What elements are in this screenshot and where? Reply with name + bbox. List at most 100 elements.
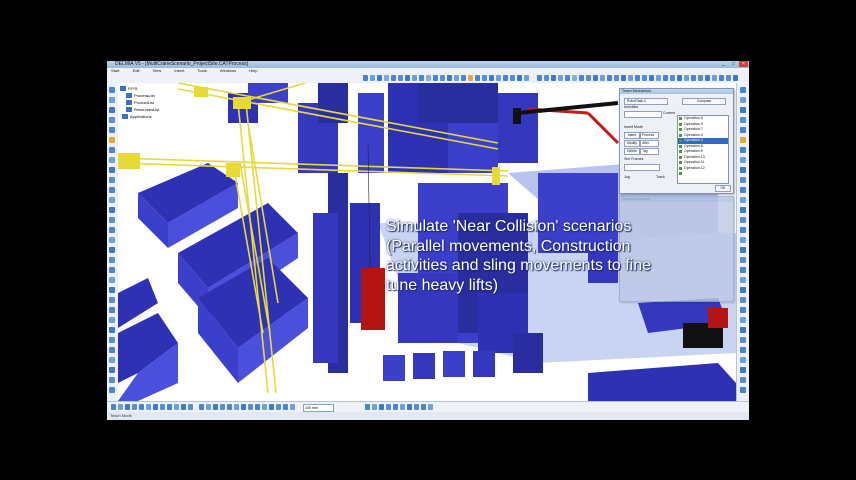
toolbar-icon[interactable] — [607, 75, 612, 81]
toolbar-icon[interactable] — [199, 404, 204, 410]
toolbar-icon[interactable] — [365, 404, 370, 410]
tool-icon[interactable] — [740, 157, 746, 163]
tool-icon[interactable] — [740, 237, 746, 243]
toolbar-icon[interactable] — [290, 404, 295, 410]
ok-button[interactable]: OK — [715, 185, 731, 192]
tool-icon[interactable] — [109, 297, 115, 303]
toolbar-icon[interactable] — [276, 404, 281, 410]
tool-icon[interactable] — [740, 327, 746, 333]
tool-icon[interactable] — [109, 347, 115, 353]
toolbar-icon[interactable] — [663, 75, 668, 81]
tool-icon[interactable] — [109, 257, 115, 263]
tool-icon[interactable] — [740, 257, 746, 263]
tool-icon[interactable] — [740, 137, 746, 143]
tool-icon[interactable] — [109, 137, 115, 143]
tool-icon[interactable] — [109, 167, 115, 173]
menu-start[interactable]: Start — [111, 68, 119, 73]
tool-icon[interactable] — [740, 347, 746, 353]
tool-icon[interactable] — [740, 357, 746, 363]
tool-icon[interactable] — [740, 197, 746, 203]
tool-icon[interactable] — [740, 167, 746, 173]
toolbar-icon[interactable] — [262, 404, 267, 410]
toolbar-icon[interactable] — [206, 404, 211, 410]
toolbar-icon[interactable] — [698, 75, 703, 81]
tool-icon[interactable] — [740, 387, 746, 393]
toolbar-icon[interactable] — [188, 404, 193, 410]
tool-icon[interactable] — [740, 297, 746, 303]
tool-icon[interactable] — [109, 127, 115, 133]
tool-icon[interactable] — [109, 367, 115, 373]
toolbar-icon[interactable] — [379, 404, 384, 410]
menu-tools[interactable]: Tools — [197, 68, 206, 73]
toolbar-icon[interactable] — [558, 75, 563, 81]
toolbar-icon[interactable] — [132, 404, 137, 410]
toolbar-icon[interactable] — [269, 404, 274, 410]
tool-icon[interactable] — [740, 207, 746, 213]
toolbar-icon[interactable] — [482, 75, 487, 81]
tool-icon[interactable] — [109, 277, 115, 283]
toolbar-icon[interactable] — [656, 75, 661, 81]
tool-icon[interactable] — [109, 287, 115, 293]
toolbar-icon[interactable] — [372, 404, 377, 410]
insert-button[interactable]: Insert — [624, 132, 640, 139]
toolbar-icon[interactable] — [391, 75, 396, 81]
tool-icon[interactable] — [109, 247, 115, 253]
tool-icon[interactable] — [109, 387, 115, 393]
tool-icon[interactable] — [740, 97, 746, 103]
toolbar-icon[interactable] — [213, 404, 218, 410]
tool-icon[interactable] — [740, 187, 746, 193]
toolbar-icon[interactable] — [565, 75, 570, 81]
toolbar-icon[interactable] — [421, 404, 426, 410]
tool-icon[interactable] — [109, 217, 115, 223]
tree-item[interactable]: ProductList — [120, 99, 159, 106]
toolbar-icon[interactable] — [407, 404, 412, 410]
tool-icon[interactable] — [740, 277, 746, 283]
menu-edit[interactable]: Edit — [133, 68, 140, 73]
toolbar-icon[interactable] — [551, 75, 556, 81]
toolbar-icon[interactable] — [146, 404, 151, 410]
toolbar-icon[interactable] — [503, 75, 508, 81]
toolbar-icon[interactable] — [642, 75, 647, 81]
toolbar-icon[interactable] — [118, 404, 123, 410]
tree-root[interactable]: P.P.R. — [120, 85, 159, 92]
toolbar-icon[interactable] — [440, 75, 445, 81]
toolbar-icon[interactable] — [705, 75, 710, 81]
tag-field[interactable]: Tag — [640, 148, 659, 155]
tool-icon[interactable] — [109, 97, 115, 103]
tool-icon[interactable] — [740, 317, 746, 323]
toolbar-icon[interactable] — [537, 75, 542, 81]
toolbar-icon[interactable] — [227, 404, 232, 410]
toolbar-icon[interactable] — [220, 404, 225, 410]
toolbar-icon[interactable] — [544, 75, 549, 81]
toolbar-icon[interactable] — [691, 75, 696, 81]
tool-icon[interactable] — [109, 117, 115, 123]
toolbar-icon[interactable] — [384, 75, 389, 81]
zoom-field[interactable]: 100 mm — [303, 404, 334, 412]
toolbar-icon[interactable] — [614, 75, 619, 81]
toolbar-icon[interactable] — [363, 75, 368, 81]
minimize-button[interactable]: _ — [719, 61, 728, 67]
toolbar-icon[interactable] — [174, 404, 179, 410]
modify-button[interactable]: Modify — [624, 140, 640, 147]
toolbar-icon[interactable] — [370, 75, 375, 81]
toolbar-icon[interactable] — [475, 75, 480, 81]
toolbar-icon[interactable] — [496, 75, 501, 81]
toolbar-icon[interactable] — [579, 75, 584, 81]
toolbar-icon[interactable] — [489, 75, 494, 81]
tool-icon[interactable] — [109, 377, 115, 383]
tool-icon[interactable] — [109, 197, 115, 203]
toolbar-icon[interactable] — [405, 75, 410, 81]
tree-item[interactable]: ResourcesList — [120, 106, 159, 113]
toolbar-icon[interactable] — [400, 404, 405, 410]
tool-icon[interactable] — [740, 307, 746, 313]
tool-icon[interactable] — [740, 117, 746, 123]
toolbar-icon[interactable] — [283, 404, 288, 410]
toolbar-icon[interactable] — [621, 75, 626, 81]
tool-icon[interactable] — [109, 337, 115, 343]
tool-icon[interactable] — [109, 237, 115, 243]
tool-icon[interactable] — [109, 307, 115, 313]
mechanism-select[interactable]: RobotTask.2 — [624, 98, 668, 105]
tool-icon[interactable] — [740, 337, 746, 343]
sim-controls[interactable] — [624, 164, 660, 171]
tool-icon[interactable] — [109, 267, 115, 273]
